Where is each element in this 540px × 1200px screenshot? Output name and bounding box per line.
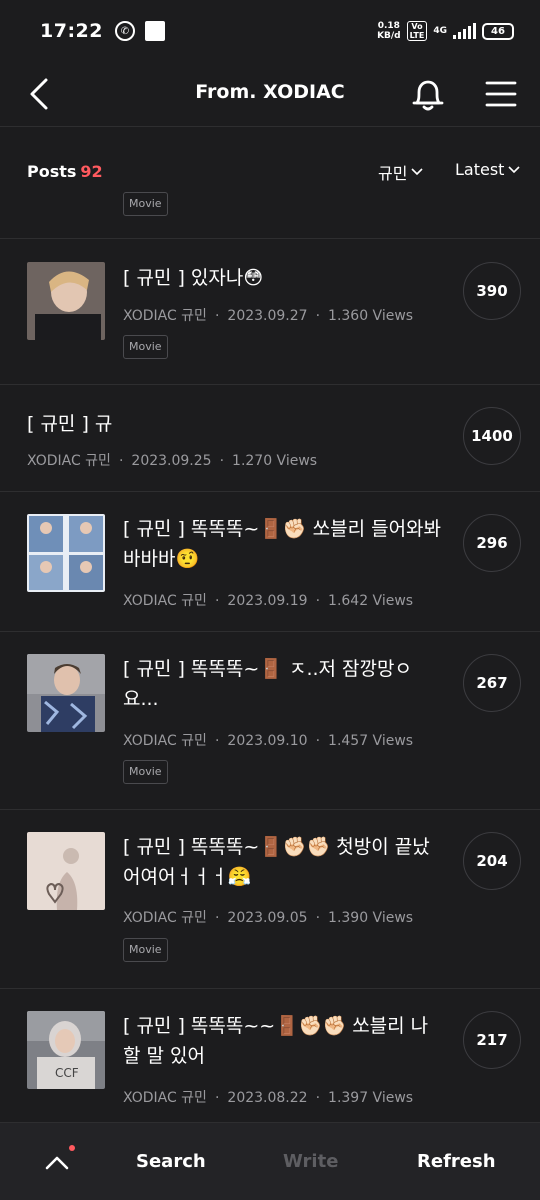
post-meta: XODIAC 규민 · 2023.09.25 · 1.270 Views — [27, 453, 318, 469]
post-title: [ 규민 ] 똑똑똑~🚪✊🏻✊🏻 첫방이 끝났어여어ㅓㅓㅓ😤 — [123, 836, 430, 888]
post-author: XODIAC 규민 — [123, 593, 207, 609]
status-time: 17:22 — [40, 20, 103, 42]
post-views: 1.397 Views — [328, 1090, 414, 1106]
post-thumbnail — [27, 262, 105, 340]
post-thumbnail — [27, 832, 105, 910]
post-title: [ 규민 ] 똑똑똑~🚪 ㅈ..저 잠깡망ㅇ요... — [123, 658, 412, 710]
movie-tag: Movie — [123, 192, 168, 216]
movie-tag: Movie — [123, 335, 168, 359]
network-speed-value: 0.18 — [377, 21, 400, 31]
post-author: XODIAC 규민 — [123, 308, 207, 324]
post-views: 1.360 Views — [328, 308, 414, 324]
post-date: 2023.09.10 — [227, 733, 308, 749]
header-divider — [0, 126, 540, 127]
new-indicator-dot — [69, 1145, 75, 1151]
header: From. XODIAC — [0, 62, 540, 126]
post-views: 1.642 Views — [328, 593, 414, 609]
post-meta: XODIAC 규민 · 2023.09.10 · 1.457 Views — [123, 733, 414, 749]
member-filter-dropdown[interactable]: 규민 — [378, 160, 424, 184]
bell-icon[interactable] — [408, 74, 448, 114]
network-speed-unit: KB/d — [377, 31, 401, 41]
post-date: 2023.09.19 — [227, 593, 308, 609]
volte-icon: Vo LTE — [406, 21, 428, 41]
post-title: [ 규민 ] 똑똑똑~~🚪✊🏻✊🏻 쏘블리 나 할 말 있어 — [123, 1015, 429, 1067]
movie-tag: Movie — [123, 938, 168, 962]
post-date: 2023.09.05 — [227, 910, 308, 926]
battery-level: 46 — [491, 25, 505, 37]
post-title: [ 규민 ] 있자나😳 — [123, 267, 264, 289]
post-author: XODIAC 규민 — [123, 1090, 207, 1106]
refresh-button[interactable]: Refresh — [417, 1151, 496, 1172]
bottom-bar: Search Write Refresh — [0, 1122, 540, 1200]
list-item[interactable]: [ 규민 ] 똑똑똑~🚪 ㅈ..저 잠깡망ㅇ요... XODIAC 규민 · 202… — [0, 632, 540, 809]
posts-label: Posts — [27, 162, 77, 181]
post-title: [ 규민 ] 규 — [27, 413, 113, 435]
network-speed: 0.18 KB/d — [377, 21, 401, 41]
scroll-top-button[interactable] — [44, 1151, 70, 1173]
menu-icon[interactable] — [484, 76, 518, 112]
post-views: 1.390 Views — [328, 910, 414, 926]
volte-top: Vo — [411, 22, 423, 31]
network-type: 4G — [433, 26, 447, 36]
notification-square-icon — [144, 21, 165, 41]
list-item[interactable]: [ 규민 ] 있자나😳 XODIAC 규민 · 2023.09.27 · 1.360 V… — [0, 239, 540, 384]
status-indicators: 0.18 KB/d Vo LTE 4G 46 — [377, 21, 514, 41]
page-title: From. XODIAC — [195, 81, 345, 103]
post-date: 2023.08.22 — [227, 1090, 308, 1106]
list-item[interactable]: [ 규민 ] 똑똑똑~🚪✊🏻✊🏻 첫방이 끝났어여어ㅓㅓㅓ😤 XODIAC 규민… — [0, 810, 540, 988]
chevron-down-icon — [411, 168, 424, 176]
comment-count-badge: 390 — [463, 262, 521, 320]
volte-bottom: LTE — [409, 31, 425, 40]
list-item[interactable]: [ 규민 ] 규 XODIAC 규민 · 2023.09.25 · 1.270 View… — [0, 385, 540, 491]
post-date: 2023.09.27 — [227, 308, 308, 324]
posts-number: 92 — [80, 162, 103, 181]
post-thumbnail — [27, 654, 105, 732]
post-thumbnail: CCF — [27, 1011, 105, 1089]
svg-text:CCF: CCF — [55, 1066, 79, 1080]
movie-tag: Movie — [123, 760, 168, 784]
signal-icon — [453, 23, 476, 39]
post-author: XODIAC 규민 — [123, 733, 207, 749]
post-author: XODIAC 규민 — [27, 453, 111, 469]
post-views: 1.270 Views — [232, 453, 318, 469]
comment-count-badge: 1400 — [463, 407, 521, 465]
list-item[interactable]: [ 규민 ] 똑똑똑~🚪✊🏻 쏘블리 들어와봐바바바🤨 XODIAC 규민 · 20… — [0, 492, 540, 631]
post-meta: XODIAC 규민 · 2023.08.22 · 1.397 Views — [123, 1090, 414, 1106]
battery-icon: 46 — [482, 22, 514, 40]
post-meta: XODIAC 규민 · 2023.09.19 · 1.642 Views — [123, 593, 414, 609]
post-meta: XODIAC 규민 · 2023.09.27 · 1.360 Views — [123, 308, 414, 324]
post-author: XODIAC 규민 — [123, 910, 207, 926]
member-filter-label: 규민 — [378, 164, 408, 183]
sort-label: Latest — [455, 160, 505, 179]
comment-count-badge: 296 — [463, 514, 521, 572]
comment-count-badge: 204 — [463, 832, 521, 890]
post-views: 1.457 Views — [328, 733, 414, 749]
chevron-down-icon — [508, 165, 521, 173]
post-thumbnail — [27, 514, 105, 592]
whatsapp-icon: ✆ — [114, 21, 135, 41]
list-item[interactable]: CCF [ 규민 ] 똑똑똑~~🚪✊🏻✊🏻 쏘블리 나 할 말 있어 XODIA… — [0, 989, 540, 1122]
search-button[interactable]: Search — [136, 1151, 206, 1172]
filter-row: Posts 92 규민 Latest — [0, 150, 540, 190]
write-button[interactable]: Write — [283, 1151, 338, 1172]
post-title: [ 규민 ] 똑똑똑~🚪✊🏻 쏘블리 들어와봐바바바🤨 — [123, 518, 442, 570]
comment-count-badge: 267 — [463, 654, 521, 712]
posts-count: Posts 92 — [27, 162, 103, 181]
sort-dropdown[interactable]: Latest — [455, 160, 521, 179]
status-bar: 17:22 ✆ 0.18 KB/d Vo LTE 4G 46 — [0, 0, 540, 62]
comment-count-badge: 217 — [463, 1011, 521, 1069]
post-meta: XODIAC 규민 · 2023.09.05 · 1.390 Views — [123, 910, 414, 926]
post-date: 2023.09.25 — [131, 453, 212, 469]
